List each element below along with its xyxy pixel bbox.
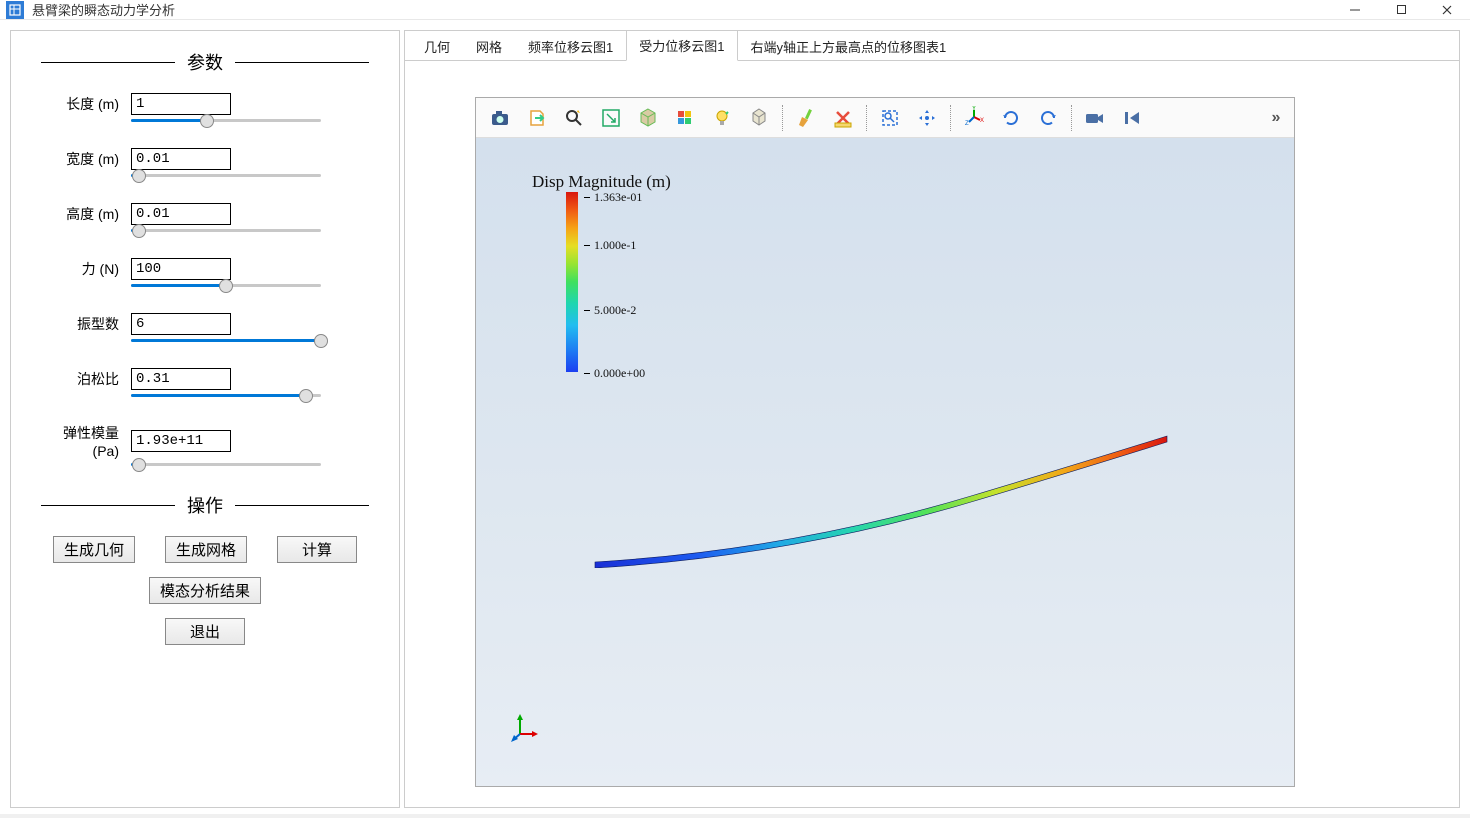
orient-icon[interactable]: YX Z xyxy=(956,101,992,135)
camera-icon[interactable] xyxy=(482,101,518,135)
generate-mesh-button[interactable]: 生成网格 xyxy=(165,536,247,563)
tab[interactable]: 几何 xyxy=(411,31,463,61)
param-input[interactable] xyxy=(131,368,231,390)
viewer-frame: YX Z » Disp Magnitude (m) 1.363e-01 1.000e-… xyxy=(475,97,1295,787)
tab[interactable]: 频率位移云图1 xyxy=(515,31,626,61)
param-label: 长度 (m) xyxy=(41,94,131,114)
param-row: 泊松比 xyxy=(41,368,369,397)
color-cube-icon[interactable] xyxy=(667,101,703,135)
param-row: 力 (N) xyxy=(41,258,369,287)
deformed-beam-plot xyxy=(591,428,1171,568)
param-label: 泊松比 xyxy=(41,369,131,389)
lightbulb-icon[interactable] xyxy=(704,101,740,135)
param-slider[interactable] xyxy=(41,339,321,342)
svg-text:Y: Y xyxy=(972,106,976,112)
window-title: 悬臂梁的瞬态动力学分析 xyxy=(32,0,1332,19)
param-input[interactable] xyxy=(131,93,231,115)
color-legend-bar xyxy=(566,192,578,372)
toolbar-separator xyxy=(950,105,951,131)
tab-bar: 几何网格频率位移云图1受力位移云图1右端y轴正上方最高点的位移图表1 xyxy=(405,31,1459,61)
param-input[interactable] xyxy=(131,203,231,225)
param-input[interactable] xyxy=(131,148,231,170)
param-slider[interactable] xyxy=(41,229,321,232)
titlebar: 悬臂梁的瞬态动力学分析 xyxy=(0,0,1470,20)
param-label: 宽度 (m) xyxy=(41,149,131,169)
axes-icon[interactable] xyxy=(741,101,777,135)
generate-geometry-button[interactable]: 生成几何 xyxy=(53,536,135,563)
toolbar-separator xyxy=(1071,105,1072,131)
pan-icon[interactable] xyxy=(909,101,945,135)
param-input[interactable] xyxy=(131,430,231,452)
svg-text:Z: Z xyxy=(965,121,969,127)
tab[interactable]: 右端y轴正上方最高点的位移图表1 xyxy=(738,31,960,61)
toolbar-separator xyxy=(866,105,867,131)
zoom-auto-icon[interactable] xyxy=(556,101,592,135)
select-rect-icon[interactable] xyxy=(872,101,908,135)
rotate-cw-icon[interactable] xyxy=(1030,101,1066,135)
export-icon[interactable] xyxy=(519,101,555,135)
window-select-icon[interactable] xyxy=(593,101,629,135)
compute-button[interactable]: 计算 xyxy=(277,536,357,563)
legend-tick: 1.363e-01 xyxy=(584,190,642,205)
param-label: 振型数 xyxy=(41,314,131,334)
param-row: 高度 (m) xyxy=(41,203,369,232)
legend-tick: 1.000e-1 xyxy=(584,238,636,253)
param-row: 长度 (m) xyxy=(41,93,369,122)
sidebar-panel: 参数 长度 (m) 宽度 (m) 高度 (m) xyxy=(10,30,400,808)
toolbar-overflow-button[interactable]: » xyxy=(1264,101,1288,135)
ops-header: 操作 xyxy=(41,492,369,518)
maximize-button[interactable] xyxy=(1378,0,1424,19)
tab[interactable]: 网格 xyxy=(463,31,515,61)
close-button[interactable] xyxy=(1424,0,1470,19)
param-slider[interactable] xyxy=(41,174,321,177)
paintbrush-icon[interactable] xyxy=(788,101,824,135)
x-ruler-icon[interactable] xyxy=(825,101,861,135)
exit-button[interactable]: 退出 xyxy=(165,618,245,645)
minimize-button[interactable] xyxy=(1332,0,1378,19)
cube-icon[interactable] xyxy=(630,101,666,135)
main-panel: 几何网格频率位移云图1受力位移云图1右端y轴正上方最高点的位移图表1 YX Z » … xyxy=(404,30,1460,808)
params-header: 参数 xyxy=(41,49,369,75)
viewport-3d[interactable]: Disp Magnitude (m) 1.363e-01 1.000e-1 5.00… xyxy=(476,138,1294,786)
skip-prev-icon[interactable] xyxy=(1114,101,1150,135)
param-slider[interactable] xyxy=(41,394,321,397)
viewer-toolbar: YX Z » xyxy=(476,98,1294,138)
param-label: 力 (N) xyxy=(41,259,131,279)
param-label: 弹性模量 (Pa) xyxy=(41,423,131,459)
legend-tick: 5.000e-2 xyxy=(584,303,636,318)
video-camera-icon[interactable] xyxy=(1077,101,1113,135)
tab[interactable]: 受力位移云图1 xyxy=(626,30,737,61)
param-slider[interactable] xyxy=(41,284,321,287)
app-icon xyxy=(6,1,24,19)
legend-title: Disp Magnitude (m) xyxy=(532,172,671,192)
param-slider[interactable] xyxy=(41,119,321,122)
param-label: 高度 (m) xyxy=(41,204,131,224)
toolbar-separator xyxy=(782,105,783,131)
modal-results-button[interactable]: 模态分析结果 xyxy=(149,577,261,604)
axis-triad-icon xyxy=(510,712,540,742)
param-row: 宽度 (m) xyxy=(41,148,369,177)
param-input[interactable] xyxy=(131,258,231,280)
rotate-ccw-icon[interactable] xyxy=(993,101,1029,135)
param-row: 振型数 xyxy=(41,313,369,342)
param-input[interactable] xyxy=(131,313,231,335)
param-row: 弹性模量 (Pa) xyxy=(41,423,369,466)
svg-text:X: X xyxy=(980,118,984,124)
legend-tick: 0.000e+00 xyxy=(584,366,645,381)
param-slider[interactable] xyxy=(41,463,321,466)
